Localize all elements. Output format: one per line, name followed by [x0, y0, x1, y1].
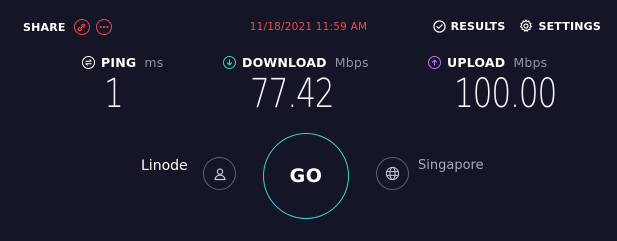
ping-header: PING ms	[82, 55, 163, 70]
server-button[interactable]	[376, 157, 409, 190]
ping-icon	[82, 56, 95, 69]
download-label: DOWNLOAD	[242, 55, 327, 70]
top-nav: RESULTS SETTINGS	[432, 19, 601, 33]
user-icon	[213, 167, 226, 180]
isp-name: Linode	[141, 158, 188, 174]
download-metric: DOWNLOAD Mbps 77.42	[223, 55, 369, 114]
ping-value: 1	[104, 71, 124, 117]
settings-button[interactable]: SETTINGS	[519, 19, 601, 33]
upload-label: UPLOAD	[447, 55, 506, 70]
download-unit: Mbps	[334, 55, 369, 70]
upload-value: 100.00	[454, 71, 557, 117]
check-circle-icon	[432, 19, 446, 33]
globe-icon	[385, 166, 400, 181]
upload-arrow-icon	[428, 56, 441, 69]
download-header: DOWNLOAD Mbps	[223, 55, 369, 70]
ping-unit: ms	[144, 55, 164, 70]
download-arrow-icon	[223, 56, 236, 69]
upload-header: UPLOAD Mbps	[428, 55, 585, 70]
gear-icon	[520, 19, 533, 32]
ping-label: PING	[101, 55, 137, 70]
upload-metric: UPLOAD Mbps 100.00	[428, 55, 585, 114]
results-label: RESULTS	[450, 19, 506, 33]
go-button[interactable]: GO	[263, 133, 349, 219]
settings-label: SETTINGS	[538, 19, 601, 33]
speedtest-results-panel: SHARE 11/18/2021 11:59 AM RESULTS SETTIN…	[0, 0, 617, 241]
results-button[interactable]: RESULTS	[432, 19, 506, 33]
upload-unit: Mbps	[513, 55, 548, 70]
isp-button[interactable]	[203, 157, 236, 190]
server-location: Singapore	[418, 158, 484, 173]
ping-metric: PING ms 1	[82, 55, 163, 114]
download-value: 77.42	[250, 71, 335, 117]
